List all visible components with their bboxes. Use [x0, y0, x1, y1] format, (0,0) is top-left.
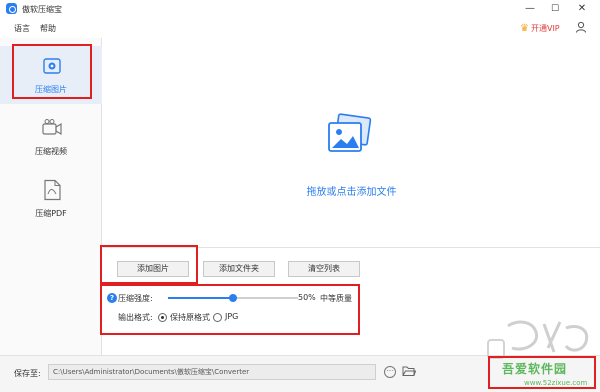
main-panel: 拖放或点击添加文件	[103, 38, 600, 355]
slider-fill	[168, 297, 233, 299]
sidebar: 压缩图片 压缩视频 压缩PDF	[0, 38, 102, 355]
sidebar-item-label: 压缩PDF	[35, 209, 67, 218]
save-to-label: 保存至:	[14, 369, 41, 378]
drop-zone-text: 拖放或点击添加文件	[306, 187, 397, 198]
user-icon[interactable]	[575, 21, 587, 33]
maximize-button[interactable]: ☐	[541, 0, 569, 18]
sidebar-item-compress-pdf[interactable]: 压缩PDF	[0, 170, 102, 228]
image-stack-icon	[328, 113, 372, 152]
video-compress-icon	[42, 119, 62, 136]
sidebar-item-compress-video[interactable]: 压缩视频	[0, 108, 102, 166]
app-title: 傲软压缩宝	[22, 5, 62, 14]
image-compress-icon	[43, 58, 61, 74]
format-option-original[interactable]: 保持原格式	[170, 312, 210, 326]
format-option-jpg[interactable]: JPG	[225, 312, 238, 326]
sidebar-item-label: 压缩图片	[35, 85, 67, 94]
watermark-title: 吾爱软件园	[502, 362, 568, 376]
vip-button[interactable]: ♛ 开通VIP	[520, 22, 560, 34]
menu-language[interactable]: 语言	[14, 23, 30, 34]
format-radio-jpg[interactable]	[213, 313, 222, 322]
more-options-button[interactable]: ···	[384, 366, 396, 378]
vip-label: 开通VIP	[530, 23, 560, 33]
sidebar-item-compress-image[interactable]: 压缩图片	[0, 46, 102, 104]
menu-bar: 语言 帮助	[0, 18, 600, 38]
app-logo-icon	[6, 3, 17, 14]
output-format-label: 输出格式:	[118, 313, 153, 322]
menu-help[interactable]: 帮助	[40, 23, 56, 34]
compression-label: 压缩强度:	[118, 294, 153, 303]
crown-icon: ♛	[520, 22, 529, 34]
add-images-button[interactable]: 添加图片	[117, 261, 189, 277]
clear-list-button[interactable]: 清空列表	[288, 261, 360, 277]
compression-slider[interactable]	[168, 294, 298, 302]
compression-value: 50%	[298, 293, 316, 302]
folder-open-icon[interactable]	[402, 365, 416, 377]
title-bar: 傲软压缩宝 — ☐ ✕	[0, 0, 600, 18]
save-path-input[interactable]: C:\Users\Administrator\Documents\傲软压缩宝\C…	[48, 364, 376, 380]
compression-description: 中等质量	[320, 294, 352, 303]
format-radio-original[interactable]	[158, 313, 167, 322]
add-folder-button[interactable]: 添加文件夹	[203, 261, 275, 277]
sidebar-item-label: 压缩视频	[35, 147, 67, 156]
close-button[interactable]: ✕	[568, 0, 596, 18]
file-drop-zone[interactable]: 拖放或点击添加文件	[103, 38, 600, 248]
slider-thumb[interactable]	[229, 294, 237, 302]
watermark-url: www.52zixue.com	[524, 379, 588, 387]
minimize-button[interactable]: —	[516, 0, 544, 18]
help-icon[interactable]: ?	[107, 293, 117, 303]
pdf-compress-icon	[44, 179, 61, 201]
